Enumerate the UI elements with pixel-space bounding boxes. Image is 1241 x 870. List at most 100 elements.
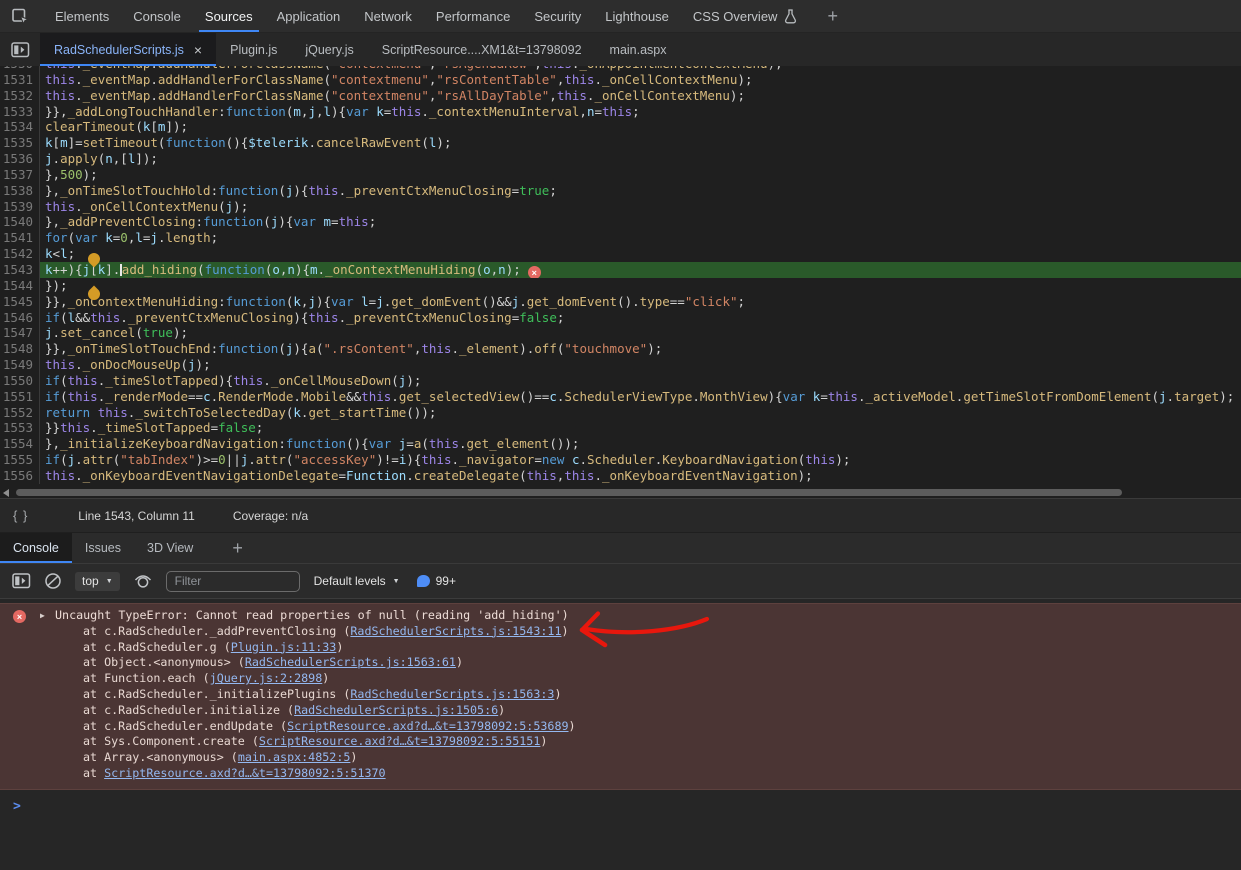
- code-text[interactable]: k[m]=setTimeout(function(){$telerik.canc…: [39, 135, 1241, 151]
- line-number[interactable]: 1540: [0, 214, 33, 230]
- file-tab-main-aspx[interactable]: main.aspx: [596, 33, 681, 66]
- source-link[interactable]: RadSchedulerScripts.js:1543:11: [350, 624, 561, 638]
- code-text[interactable]: },_initializeKeyboardNavigation:function…: [39, 436, 1241, 452]
- expand-stack-icon[interactable]: ▶: [40, 611, 45, 620]
- panel-tab-security[interactable]: Security: [522, 0, 593, 32]
- line-number[interactable]: 1534: [0, 119, 33, 135]
- code-text[interactable]: },_onTimeSlotTouchHold:function(j){this.…: [39, 183, 1241, 199]
- code-text[interactable]: if(l&&this._preventCtxMenuClosing){this.…: [39, 310, 1241, 326]
- code-text[interactable]: },500);: [39, 167, 1241, 183]
- line-number[interactable]: 1544: [0, 278, 33, 294]
- code-text[interactable]: });: [39, 278, 1241, 294]
- line-number[interactable]: 1543: [0, 262, 33, 278]
- code-text[interactable]: }},_addLongTouchHandler:function(m,j,l){…: [39, 104, 1241, 120]
- code-text[interactable]: for(var k=0,l=j.length;: [39, 230, 1241, 246]
- line-number[interactable]: 1533: [0, 104, 33, 120]
- code-text[interactable]: this._onKeyboardEventNavigationDelegate=…: [39, 468, 1241, 484]
- console-sidebar-toggle-icon[interactable]: [12, 573, 31, 589]
- navigator-toggle-icon[interactable]: [11, 42, 30, 58]
- more-tools-button[interactable]: +: [827, 7, 838, 25]
- line-number[interactable]: 1554: [0, 436, 33, 452]
- panel-tab-lighthouse[interactable]: Lighthouse: [593, 0, 681, 32]
- code-text[interactable]: }},_onContextMenuHiding:function(k,j){va…: [39, 294, 1241, 310]
- console-prompt[interactable]: >: [0, 795, 1241, 814]
- drawer-tab-console[interactable]: Console: [0, 533, 72, 563]
- code-line-1534: 1534 clearTimeout(k[m]);: [0, 119, 1241, 135]
- line-number[interactable]: 1539: [0, 199, 33, 215]
- line-number[interactable]: 1532: [0, 88, 33, 104]
- drawer-tab-3d-view[interactable]: 3D View: [134, 533, 206, 563]
- code-text[interactable]: this._onCellContextMenu(j);: [39, 199, 1241, 215]
- panel-tab-sources[interactable]: Sources: [193, 0, 265, 32]
- code-text[interactable]: if(j.attr("tabIndex")>=0||j.attr("access…: [39, 452, 1241, 468]
- live-expression-icon[interactable]: [133, 573, 153, 589]
- code-text[interactable]: j.set_cancel(true);: [39, 325, 1241, 341]
- panel-tab-performance[interactable]: Performance: [424, 0, 522, 32]
- file-tab-radschedulerscripts-js[interactable]: RadSchedulerScripts.js×: [40, 33, 216, 66]
- inspect-element-icon[interactable]: [11, 7, 30, 26]
- scrollbar-thumb[interactable]: [16, 489, 1122, 496]
- pretty-print-button[interactable]: { }: [13, 508, 28, 523]
- line-number[interactable]: 1531: [0, 72, 33, 88]
- line-number[interactable]: 1536: [0, 151, 33, 167]
- inline-error-icon[interactable]: ×: [528, 266, 541, 277]
- source-link[interactable]: RadSchedulerScripts.js:1505:6: [294, 703, 498, 717]
- code-text[interactable]: j.apply(n,[l]);: [39, 151, 1241, 167]
- line-number[interactable]: 1553: [0, 420, 33, 436]
- line-number[interactable]: 1546: [0, 310, 33, 326]
- javascript-context-selector[interactable]: top ▼: [75, 572, 120, 591]
- code-text[interactable]: k<l;: [39, 246, 1241, 262]
- file-tab-scriptresource-xm1-t-13798092[interactable]: ScriptResource....XM1&t=13798092: [368, 33, 596, 66]
- line-number[interactable]: 1545: [0, 294, 33, 310]
- source-link[interactable]: Plugin.js:11:33: [231, 640, 337, 654]
- code-text[interactable]: if(this._timeSlotTapped){this._onCellMou…: [39, 373, 1241, 389]
- line-number[interactable]: 1537: [0, 167, 33, 183]
- issues-counter[interactable]: 99+: [417, 574, 456, 588]
- line-number[interactable]: 1541: [0, 230, 33, 246]
- code-text[interactable]: return this._switchToSelectedDay(k.get_s…: [39, 405, 1241, 421]
- code-text[interactable]: if(this._renderMode==c.RenderMode.Mobile…: [39, 389, 1241, 405]
- code-text[interactable]: }},_onTimeSlotTouchEnd:function(j){a(".r…: [39, 341, 1241, 357]
- scroll-left-icon[interactable]: [3, 489, 9, 497]
- source-link[interactable]: ScriptResource.axd?d…&t=13798092:5:53689: [287, 719, 568, 733]
- code-text[interactable]: k++){j[k].add_hiding(function(o,n){m._on…: [39, 262, 1241, 278]
- code-text[interactable]: },_addPreventClosing:function(j){var m=t…: [39, 214, 1241, 230]
- source-link[interactable]: jQuery.js:2:2898: [210, 671, 323, 685]
- line-number[interactable]: 1555: [0, 452, 33, 468]
- line-number[interactable]: 1550: [0, 373, 33, 389]
- log-levels-dropdown[interactable]: Default levels ▼: [314, 574, 400, 588]
- line-number[interactable]: 1535: [0, 135, 33, 151]
- line-number[interactable]: 1547: [0, 325, 33, 341]
- line-number[interactable]: 1551: [0, 389, 33, 405]
- panel-tab-application[interactable]: Application: [265, 0, 353, 32]
- line-number[interactable]: 1556: [0, 468, 33, 484]
- source-link[interactable]: RadSchedulerScripts.js:1563:3: [350, 687, 554, 701]
- panel-tab-elements[interactable]: Elements: [43, 0, 121, 32]
- close-icon[interactable]: ×: [194, 43, 202, 57]
- line-number[interactable]: 1538: [0, 183, 33, 199]
- code-line-1551: 1551 if(this._renderMode==c.RenderMode.Mo…: [0, 389, 1241, 405]
- code-text[interactable]: this._onDocMouseUp(j);: [39, 357, 1241, 373]
- line-number[interactable]: 1549: [0, 357, 33, 373]
- add-drawer-tab-button[interactable]: +: [232, 539, 243, 557]
- panel-tab-console[interactable]: Console: [121, 0, 193, 32]
- file-tab-plugin-js[interactable]: Plugin.js: [216, 33, 291, 66]
- horizontal-scrollbar[interactable]: [0, 487, 1241, 498]
- drawer-tab-issues[interactable]: Issues: [72, 533, 134, 563]
- console-filter-input[interactable]: [166, 571, 300, 592]
- panel-tab-css-overview[interactable]: CSS Overview: [681, 0, 810, 32]
- source-link[interactable]: ScriptResource.axd?d…&t=13798092:5:51370: [104, 766, 385, 780]
- code-text[interactable]: this._eventMap.addHandlerForClassName("c…: [39, 72, 1241, 88]
- code-text[interactable]: clearTimeout(k[m]);: [39, 119, 1241, 135]
- line-number[interactable]: 1548: [0, 341, 33, 357]
- line-number[interactable]: 1542: [0, 246, 33, 262]
- code-text[interactable]: }}this._timeSlotTapped=false;: [39, 420, 1241, 436]
- source-link[interactable]: main.aspx:4852:5: [238, 750, 351, 764]
- clear-console-icon[interactable]: [44, 572, 62, 590]
- file-tab-jquery-js[interactable]: jQuery.js: [291, 33, 367, 66]
- source-link[interactable]: ScriptResource.axd?d…&t=13798092:5:55151: [259, 734, 540, 748]
- panel-tab-network[interactable]: Network: [352, 0, 424, 32]
- code-text[interactable]: this._eventMap.addHandlerForClassName("c…: [39, 88, 1241, 104]
- source-link[interactable]: RadSchedulerScripts.js:1563:61: [245, 655, 456, 669]
- line-number[interactable]: 1552: [0, 405, 33, 421]
